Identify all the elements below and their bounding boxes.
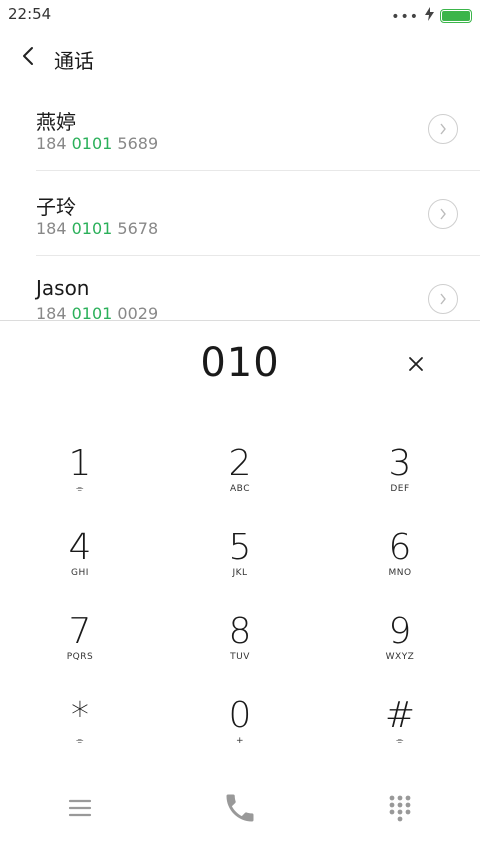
key-letters: GHI (71, 568, 89, 578)
key-digit: 8 (228, 611, 252, 652)
contact-detail-button[interactable] (428, 199, 458, 229)
dial-display: 010 (0, 340, 480, 396)
bottom-bar (0, 780, 480, 840)
key-digit: 1 (68, 443, 92, 484)
key-digit: 6 (388, 527, 412, 568)
keypad: 1 ⌯ 2 ABC 3 DEF 4 GHI 5 JKL 6 MNO 7 PQRS 8 TUV 9… (0, 430, 480, 766)
menu-button[interactable] (50, 780, 110, 840)
key-6[interactable]: 6 MNO (320, 514, 480, 598)
phone-icon (222, 790, 258, 830)
key-letters: WXYZ (385, 652, 415, 662)
key-9[interactable]: 9 WXYZ (320, 598, 480, 682)
contact-detail-button[interactable] (428, 114, 458, 144)
key-letters: PQRS (66, 652, 94, 662)
key-digit: * (71, 695, 89, 736)
contact-name: 子玲 (36, 195, 76, 219)
dialpad-icon (388, 794, 412, 826)
contact-row[interactable]: Jason 184 0101 0029 (36, 256, 480, 320)
key-3[interactable]: 3 DEF (320, 430, 480, 514)
chevron-right-icon (439, 290, 447, 309)
key-digit: 3 (388, 443, 412, 484)
voicemail-icon: ⌯ (76, 484, 84, 494)
chevron-right-icon (439, 205, 447, 224)
clear-button[interactable] (402, 352, 430, 380)
header: 通话 (0, 38, 480, 78)
key-digit: 2 (228, 443, 252, 484)
key-letters: ABC (230, 484, 250, 494)
contact-row[interactable]: 子玲 184 0101 5678 (36, 171, 480, 256)
notification-dots-icon: ••• (391, 8, 419, 25)
key-1[interactable]: 1 ⌯ (0, 430, 160, 514)
contact-number: 184 0101 5678 (36, 219, 159, 238)
key-letters: MNO (388, 568, 412, 578)
key-digit: 0 (228, 695, 252, 736)
key-digit: # (384, 695, 416, 736)
contact-row[interactable]: 燕婷 184 0101 5689 (36, 86, 480, 171)
key-7[interactable]: 7 PQRS (0, 598, 160, 682)
status-indicators: ••• (391, 6, 472, 25)
key-star[interactable]: * ⌯ (0, 682, 160, 766)
key-letters: ⌯ (76, 736, 84, 746)
key-letters: DEF (390, 484, 410, 494)
key-letters: TUV (230, 652, 250, 662)
back-button[interactable] (14, 44, 42, 72)
chevron-right-icon (439, 120, 447, 139)
key-8[interactable]: 8 TUV (160, 598, 320, 682)
chevron-left-icon (21, 46, 35, 70)
key-digit: 5 (228, 527, 252, 568)
contact-suggestions: 燕婷 184 0101 5689 子玲 184 0101 5678 Jason … (0, 86, 480, 320)
key-letters: JKL (232, 568, 248, 578)
status-time: 22:54 (8, 5, 52, 23)
key-digit: 9 (388, 611, 412, 652)
contact-number: 184 0101 5689 (36, 134, 159, 153)
call-button[interactable] (210, 780, 270, 840)
contact-number: 184 0101 0029 (36, 304, 159, 320)
contact-detail-button[interactable] (428, 284, 458, 314)
menu-icon (68, 798, 92, 822)
contact-name: Jason (36, 276, 90, 300)
key-letters: + (235, 736, 245, 746)
key-hash[interactable]: # ⌯ (320, 682, 480, 766)
dialed-number: 010 (200, 340, 280, 386)
bolt-icon (425, 6, 434, 25)
battery-icon (440, 8, 472, 23)
key-2[interactable]: 2 ABC (160, 430, 320, 514)
key-0[interactable]: 0 + (160, 682, 320, 766)
key-4[interactable]: 4 GHI (0, 514, 160, 598)
page-title: 通话 (54, 49, 94, 73)
key-digit: 4 (68, 527, 92, 568)
battery-fill (442, 10, 470, 21)
status-bar: 22:54 ••• (0, 0, 480, 28)
dialpad-toggle-button[interactable] (370, 780, 430, 840)
contact-name: 燕婷 (36, 110, 76, 134)
key-digit: 7 (68, 611, 92, 652)
key-letters: ⌯ (396, 736, 404, 746)
close-icon (408, 356, 424, 376)
divider (0, 320, 480, 321)
key-5[interactable]: 5 JKL (160, 514, 320, 598)
